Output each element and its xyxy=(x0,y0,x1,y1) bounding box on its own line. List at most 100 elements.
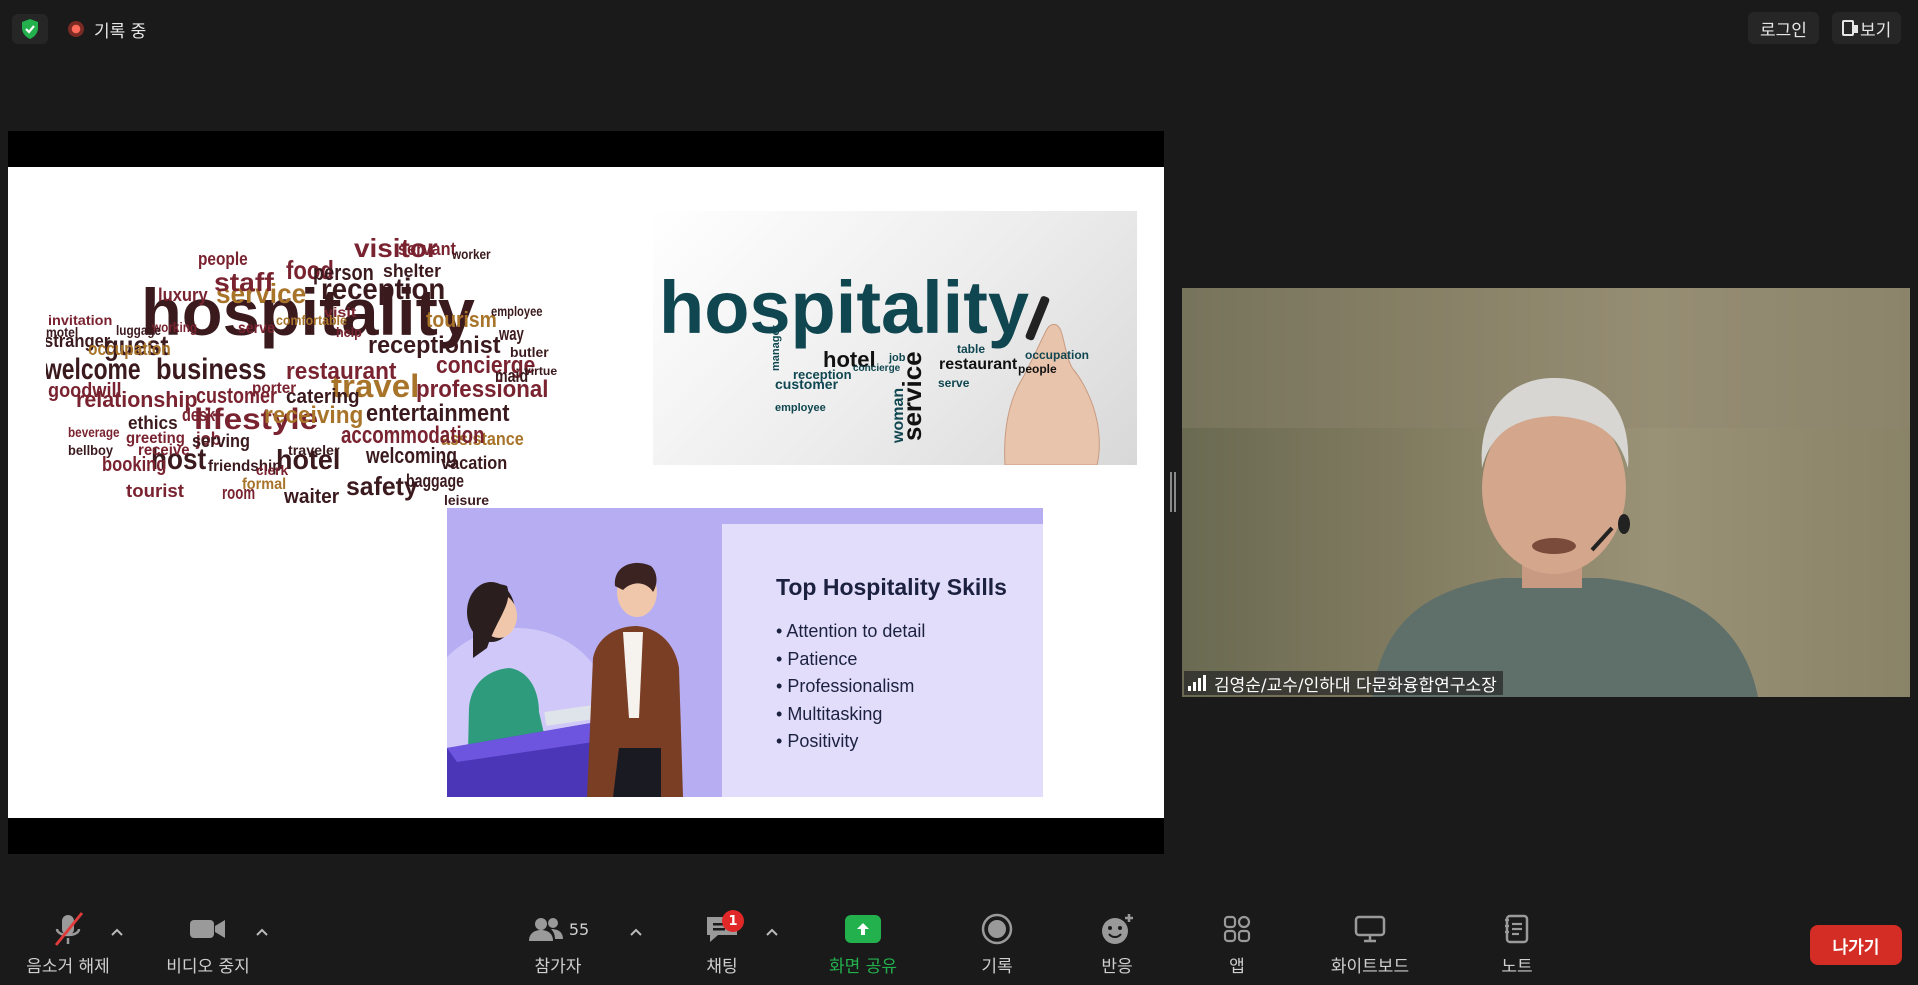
recording-dot-icon xyxy=(68,21,84,37)
skill-item: Multitasking xyxy=(776,701,925,729)
word-cloud-word: serve xyxy=(238,320,275,337)
word-cloud-word: clerk xyxy=(256,462,288,478)
word-cloud-word: virtue xyxy=(524,364,557,378)
word-cloud-word: luxury xyxy=(158,285,208,305)
participants-label: 참가자 xyxy=(534,957,582,977)
word-cloud-word: help xyxy=(336,324,362,340)
apps-button[interactable]: 앱 xyxy=(1210,906,1264,985)
whiteboard-label: 화이트보드 xyxy=(1330,957,1410,977)
skill-item: Professionalism xyxy=(776,673,925,701)
word-cloud-word: bellboy xyxy=(68,442,113,458)
word-cloud-word: arrive xyxy=(234,516,273,517)
word-cloud-word: business xyxy=(156,353,266,386)
recording-label: 기록 중 xyxy=(94,21,147,42)
whiteboard-icon xyxy=(1354,915,1386,943)
word-cloud-word: desk xyxy=(182,405,216,425)
video-options-caret[interactable] xyxy=(254,924,270,940)
emoji-reaction-icon xyxy=(1102,914,1133,944)
word-cloud-word: leisure xyxy=(444,492,489,508)
shield-check-icon xyxy=(22,19,38,39)
view-button[interactable]: 보기 xyxy=(1832,12,1902,44)
notes-button[interactable]: 노트 xyxy=(1490,906,1544,985)
share-screen-label: 화면 공유 xyxy=(829,957,897,977)
word-cloud-word: worker xyxy=(451,246,491,262)
chevron-up-icon xyxy=(766,928,778,936)
reactions-button[interactable]: 반응 xyxy=(1090,906,1144,985)
word-cloud-word: vacation xyxy=(441,453,507,473)
unmute-button[interactable]: 음소거 해제 xyxy=(18,906,118,985)
word-cloud-word: beverage xyxy=(68,424,120,440)
participant-video-feed xyxy=(1182,288,1910,697)
audio-options-caret[interactable] xyxy=(109,924,125,940)
participant-name-label: 김영순/교수/인하대 다문화융합연구소장 xyxy=(1184,671,1503,696)
word-cloud-word: shelter xyxy=(383,261,441,281)
login-button[interactable]: 로그인 xyxy=(1748,12,1819,44)
word-cloud-word: butler xyxy=(510,344,549,360)
stop-video-label: 비디오 중지 xyxy=(166,957,250,977)
record-label: 기록 xyxy=(981,957,1013,977)
share-screen-button[interactable]: 화면 공유 xyxy=(818,906,908,985)
hospitality-word-cloud: hospitalitywelcome businessguestservice re… xyxy=(46,233,557,517)
participants-icon xyxy=(528,918,563,941)
chevron-up-icon xyxy=(256,928,268,936)
word-cloud-word: staff xyxy=(214,267,274,297)
whiteboard-button[interactable]: 화이트보드 xyxy=(1320,906,1420,985)
panel-splitter-handle[interactable] xyxy=(1170,472,1176,512)
view-layout-icon xyxy=(1842,20,1858,36)
skill-item: Attention to detail xyxy=(776,618,925,646)
skills-list: Attention to detail Patience Professiona… xyxy=(776,618,925,756)
word-cloud-word: maid xyxy=(495,366,528,386)
record-icon xyxy=(981,913,1013,945)
receptionist-illustration xyxy=(447,562,683,797)
participants-options-caret[interactable] xyxy=(628,924,644,940)
word-cloud-word: restaurant xyxy=(286,358,396,385)
word-cloud-word: receptionist xyxy=(368,332,500,359)
apps-label: 앱 xyxy=(1229,957,1245,977)
notes-icon xyxy=(1505,914,1529,944)
chat-unread-badge: 1 xyxy=(722,910,744,932)
word-cloud-word: luggage xyxy=(116,322,161,338)
image-word: occupation xyxy=(1025,348,1089,362)
apps-icon xyxy=(1223,915,1251,943)
chat-button[interactable]: 1 채팅 xyxy=(692,906,752,985)
share-screen-icon xyxy=(845,915,881,943)
image-word: woman xyxy=(890,388,907,444)
participant-name: 김영순/교수/인하대 다문화융합연구소장 xyxy=(1214,675,1497,696)
image-word: employee xyxy=(775,402,826,414)
shared-screen[interactable]: hospitality welcome business guest service re… xyxy=(8,131,1164,854)
participant-video[interactable]: 김영순/교수/인하대 다문화융합연구소장 xyxy=(1182,288,1910,697)
image-word: concierge xyxy=(853,363,901,374)
reactions-label: 반응 xyxy=(1101,957,1133,977)
word-cloud-word: receive xyxy=(138,442,190,459)
word-cloud-word: motel xyxy=(46,324,78,340)
notes-label: 노트 xyxy=(1501,957,1533,977)
word-cloud-word: serving xyxy=(192,431,250,451)
top-bar: 기록 중 로그인 보기 xyxy=(0,0,1918,58)
chat-options-caret[interactable] xyxy=(764,924,780,940)
leave-meeting-button[interactable]: 나가기 xyxy=(1810,925,1902,965)
word-cloud-word: person xyxy=(313,260,374,285)
presentation-slide: hospitality welcome business guest service re… xyxy=(8,167,1164,818)
skill-item: Positivity xyxy=(776,728,925,756)
image-word: manager xyxy=(770,324,782,371)
microphone-muted-icon xyxy=(54,912,84,946)
chevron-up-icon xyxy=(111,928,123,936)
video-camera-icon xyxy=(190,920,225,938)
stop-video-button[interactable]: 비디오 중지 xyxy=(158,906,258,985)
word-cloud-word: tourist xyxy=(126,481,184,501)
image-word: table xyxy=(957,342,985,356)
participants-button[interactable]: 55 참가자 xyxy=(522,906,594,985)
chat-label: 채팅 xyxy=(706,957,738,977)
word-cloud-word: professional xyxy=(416,376,548,403)
word-cloud-word: employee xyxy=(491,303,543,319)
record-button[interactable]: 기록 xyxy=(970,906,1024,985)
word-cloud-word: traveler xyxy=(288,442,340,458)
chevron-up-icon xyxy=(630,928,642,936)
recording-indicator[interactable]: 기록 중 xyxy=(58,14,156,44)
word-cloud-word: goodwill xyxy=(48,380,122,402)
security-shield-button[interactable] xyxy=(12,14,48,44)
word-cloud-word: occupation xyxy=(88,339,171,359)
word-cloud-word: porter xyxy=(252,380,296,397)
word-cloud-word: catering xyxy=(286,386,360,408)
word-cloud-word: formal xyxy=(242,476,286,493)
